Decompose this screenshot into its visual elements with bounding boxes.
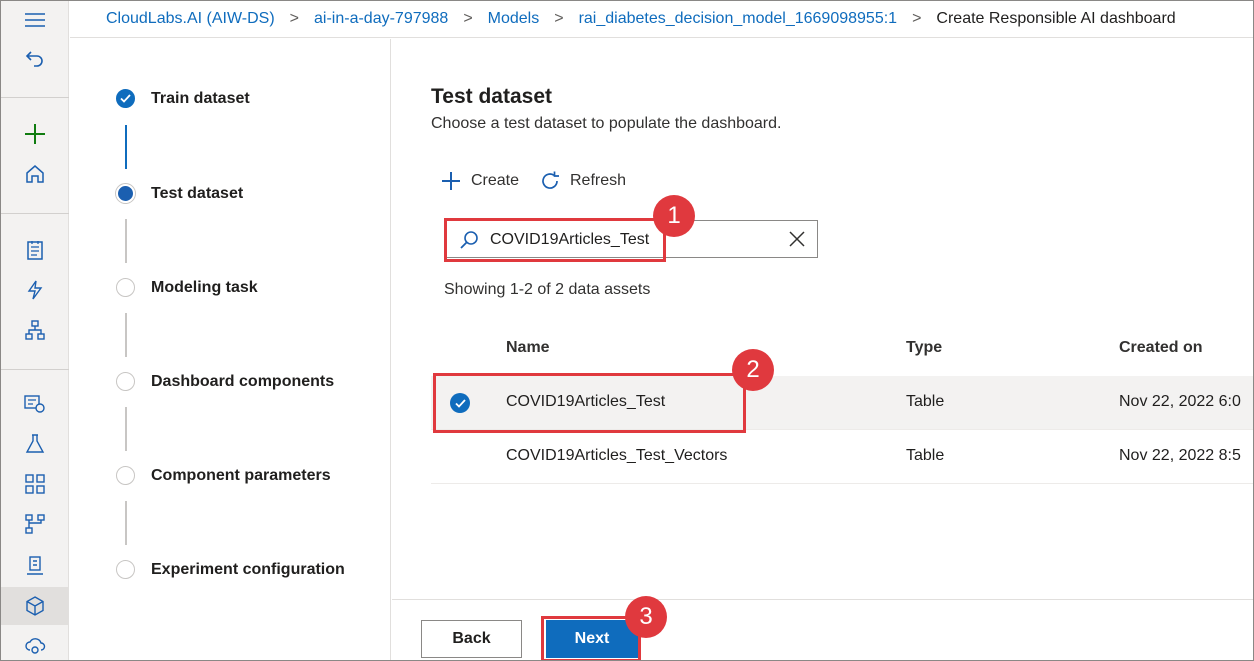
step-connector	[125, 125, 127, 169]
step-component-parameters[interactable]: Component parameters	[116, 466, 331, 485]
callout-badge: 1	[653, 195, 695, 237]
step-label: Dashboard components	[151, 372, 335, 390]
breadcrumb-model[interactable]: rai_diabetes_decision_model_1669098955:1	[579, 10, 897, 28]
column-header-type[interactable]: Type	[906, 339, 942, 357]
nav-rail	[1, 1, 69, 660]
back-button[interactable]: Back	[421, 620, 522, 658]
undo-icon[interactable]	[1, 39, 69, 77]
highlight-search	[444, 218, 666, 262]
chevron-right-icon: >	[289, 10, 299, 27]
pending-step-icon	[116, 560, 135, 579]
cell-created: Nov 22, 2022 6:0	[1119, 393, 1241, 410]
pipeline-icon[interactable]	[1, 465, 69, 503]
clear-icon[interactable]	[789, 231, 805, 247]
result-count: Showing 1-2 of 2 data assets	[444, 281, 651, 298]
chevron-right-icon: >	[554, 10, 564, 27]
step-test-dataset[interactable]: Test dataset	[116, 184, 243, 203]
step-connector	[125, 313, 127, 357]
step-train-dataset[interactable]: Train dataset	[116, 89, 250, 108]
rail-divider	[1, 369, 69, 370]
refresh-button[interactable]: Refresh	[539, 170, 626, 192]
refresh-label: Refresh	[570, 172, 627, 189]
step-connector	[125, 407, 127, 451]
models-icon[interactable]	[1, 587, 69, 625]
step-connector	[125, 219, 127, 263]
page-title: Test dataset	[431, 85, 552, 108]
step-label: Component parameters	[151, 466, 331, 484]
step-experiment-configuration[interactable]: Experiment configuration	[116, 560, 345, 579]
app-frame: CloudLabs.AI (AIW-DS) > ai-in-a-day-7979…	[0, 0, 1254, 661]
breadcrumb-current: Create Responsible AI dashboard	[936, 10, 1176, 27]
rail-divider	[1, 213, 69, 214]
plus-icon[interactable]	[1, 115, 69, 153]
check-circle-icon	[116, 89, 135, 108]
compute-icon[interactable]	[1, 547, 69, 585]
step-label: Experiment configuration	[151, 560, 345, 578]
chevron-right-icon: >	[463, 10, 473, 27]
page-subtitle: Choose a test dataset to populate the da…	[431, 115, 782, 132]
cell-type: Table	[906, 447, 945, 464]
step-label: Train dataset	[151, 89, 250, 107]
automl-icon[interactable]	[1, 271, 69, 309]
breadcrumb-workspace[interactable]: CloudLabs.AI (AIW-DS)	[106, 10, 275, 28]
step-label: Test dataset	[151, 184, 244, 202]
home-icon[interactable]	[1, 155, 69, 193]
pending-step-icon	[116, 372, 135, 391]
designer-icon[interactable]	[1, 311, 69, 349]
wizard-footer: Back Next	[392, 599, 1253, 660]
experiment-icon[interactable]	[1, 425, 69, 463]
table-row[interactable]: COVID19Articles_Test_Vectors Table Nov 2…	[431, 430, 1253, 484]
test-dataset-panel: Test dataset Choose a test dataset to po…	[392, 39, 1253, 599]
highlight-selected-row	[433, 373, 746, 433]
rail-divider	[1, 97, 69, 98]
create-label: Create	[471, 172, 520, 189]
step-connector	[125, 501, 127, 545]
add-icon	[442, 172, 460, 190]
step-label: Modeling task	[151, 278, 258, 296]
cell-name: COVID19Articles_Test_Vectors	[506, 447, 728, 464]
cell-type: Table	[906, 393, 945, 410]
breadcrumb: CloudLabs.AI (AIW-DS) > ai-in-a-day-7979…	[70, 1, 1253, 38]
callout-badge: 2	[732, 349, 774, 391]
hamburger-icon[interactable]	[1, 1, 69, 39]
data-icon[interactable]	[1, 385, 69, 423]
create-button[interactable]: Create	[440, 170, 519, 192]
breadcrumb-models[interactable]: Models	[488, 10, 540, 28]
endpoints-icon[interactable]	[1, 627, 69, 660]
pending-step-icon	[116, 466, 135, 485]
column-header-name[interactable]: Name	[506, 339, 550, 357]
notebook-icon[interactable]	[1, 231, 69, 269]
chevron-right-icon: >	[912, 10, 922, 27]
callout-badge: 3	[625, 596, 667, 638]
column-header-created[interactable]: Created on	[1119, 339, 1203, 357]
wizard-stepper: Train dataset Test dataset Modeling task…	[70, 39, 391, 660]
network-icon[interactable]	[1, 505, 69, 543]
breadcrumb-resource[interactable]: ai-in-a-day-797988	[314, 10, 448, 28]
refresh-icon	[542, 171, 559, 189]
pending-step-icon	[116, 278, 135, 297]
cell-created: Nov 22, 2022 8:5	[1119, 447, 1241, 464]
current-step-icon	[116, 184, 135, 203]
step-dashboard-components[interactable]: Dashboard components	[116, 372, 334, 391]
step-modeling-task[interactable]: Modeling task	[116, 278, 258, 297]
